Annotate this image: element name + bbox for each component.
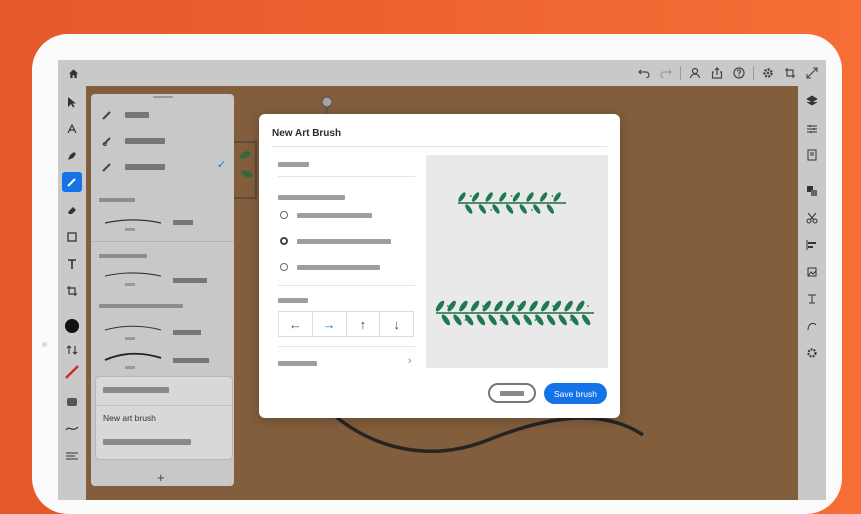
chevron-right-icon[interactable]: › [408, 355, 412, 367]
new-art-brush-menu-item[interactable]: New art brush [103, 413, 156, 423]
user-icon[interactable] [687, 65, 703, 81]
panel-drag-handle[interactable] [153, 96, 173, 98]
libraries-icon[interactable] [803, 146, 821, 164]
brush-stroke-preview[interactable] [103, 348, 223, 370]
cancel-button[interactable] [488, 383, 536, 403]
home-icon[interactable] [64, 64, 82, 82]
text-tool-icon[interactable] [62, 254, 82, 274]
direction-up-button[interactable]: ↑ [347, 312, 381, 336]
properties-icon[interactable] [803, 120, 821, 138]
undo-icon[interactable] [636, 65, 652, 81]
cancel-button-label [500, 390, 524, 396]
stroke-color-swatch[interactable] [62, 362, 82, 382]
pen-tool-icon[interactable] [62, 146, 82, 166]
direction-right-button[interactable]: → [313, 312, 347, 336]
save-brush-button[interactable]: Save brush [544, 383, 607, 404]
toolbar-divider [680, 66, 681, 80]
add-brush-button[interactable]: + [157, 470, 165, 485]
redo-icon[interactable] [658, 65, 674, 81]
arrange-icon[interactable] [803, 182, 821, 200]
radio-option-3[interactable] [280, 263, 288, 271]
help-icon[interactable] [731, 65, 747, 81]
crop-tool-icon[interactable] [62, 281, 82, 301]
right-toolbar [798, 86, 826, 500]
layers-icon[interactable] [803, 92, 821, 110]
section-divider [278, 285, 415, 286]
new-art-brush-dialog: New Art Brush ← → ↑ ↓ › Save brush [259, 114, 620, 418]
artboard-icon[interactable] [803, 263, 821, 281]
expand-icon[interactable] [804, 65, 820, 81]
brush-settings-icon[interactable] [62, 446, 82, 466]
dialog-title-divider [272, 146, 607, 147]
eraser-tool-icon[interactable] [62, 200, 82, 220]
menu-item-placeholder[interactable] [103, 387, 169, 393]
settings-icon[interactable] [760, 65, 776, 81]
toolbar-divider [753, 66, 754, 80]
brush-group-header [99, 304, 183, 308]
panel-divider [91, 241, 234, 242]
brush-options-menu: New art brush [95, 376, 233, 460]
crop-icon[interactable] [782, 65, 798, 81]
brush-category-basic[interactable] [91, 102, 234, 128]
brush-group-header [99, 254, 147, 258]
brush-preview-area [426, 155, 608, 368]
left-toolbar [58, 86, 86, 500]
direct-select-icon[interactable] [62, 119, 82, 139]
smooth-stroke-icon[interactable] [62, 419, 82, 439]
brush-tool-icon[interactable] [62, 172, 82, 192]
direction-label [278, 298, 308, 303]
shape-tool-icon[interactable] [62, 227, 82, 247]
menu-item-placeholder[interactable] [103, 439, 191, 445]
camera-dot [42, 342, 47, 347]
selected-checkmark: ✓ [217, 159, 227, 171]
brush-preview-bottom [435, 300, 594, 326]
more-options-label[interactable] [278, 361, 317, 366]
fill-color-swatch[interactable] [62, 316, 82, 336]
brush-category-art[interactable]: ✓ [91, 154, 234, 180]
direction-selector: ← → ↑ ↓ [278, 311, 414, 337]
direction-down-button[interactable]: ↓ [380, 312, 413, 336]
brush-group-header [99, 198, 135, 202]
brush-stroke-preview[interactable] [103, 266, 223, 288]
radio-option-3-label [297, 265, 380, 270]
top-toolbar [58, 60, 826, 86]
path-icon[interactable] [803, 317, 821, 335]
brush-stroke-preview[interactable] [103, 211, 223, 233]
gear-settings-icon[interactable] [803, 344, 821, 362]
dialog-title: New Art Brush [272, 128, 342, 139]
radio-option-2[interactable] [280, 237, 288, 245]
brush-preview-top [458, 192, 566, 214]
brush-category-paint[interactable] [91, 128, 234, 154]
radio-option-1[interactable] [280, 211, 288, 219]
layer-badge-icon[interactable] [62, 392, 82, 412]
swap-colors-icon[interactable] [62, 340, 82, 360]
options-group-label [278, 195, 345, 200]
type-settings-icon[interactable] [803, 290, 821, 308]
name-field-label [278, 162, 309, 167]
brush-stroke-preview[interactable] [103, 320, 223, 342]
cut-icon[interactable] [803, 209, 821, 227]
select-tool-icon[interactable] [62, 92, 82, 112]
radio-option-1-label [297, 213, 372, 218]
section-divider [278, 346, 415, 347]
menu-divider [96, 405, 232, 406]
name-field-underline[interactable] [278, 176, 415, 177]
app-screen: ✓ + New art brush New Art Brush ← → ↑ ↓ … [58, 60, 826, 500]
share-icon[interactable] [709, 65, 725, 81]
align-icon[interactable] [803, 236, 821, 254]
radio-option-2-label [297, 239, 391, 244]
direction-left-button[interactable]: ← [279, 312, 313, 336]
